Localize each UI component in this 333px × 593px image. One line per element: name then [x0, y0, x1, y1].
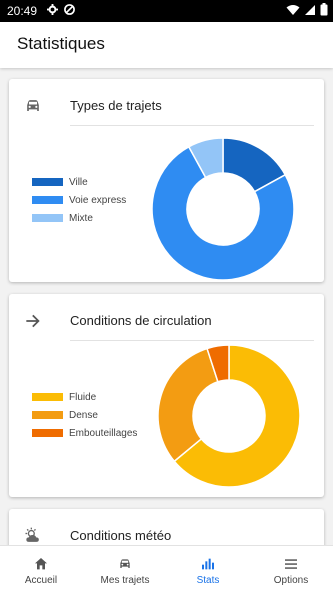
status-bar: 20:49: [0, 0, 333, 22]
traffic-conditions-card: Conditions de circulation Fluide Dense E…: [9, 294, 324, 497]
card-title: Conditions de circulation: [70, 313, 212, 328]
nav-item-my-trips[interactable]: Mes trajets: [90, 546, 160, 593]
signal-icon: [305, 4, 315, 15]
car-icon: [27, 100, 39, 111]
nav-item-stats[interactable]: Stats: [175, 546, 241, 593]
legend-item: Dense: [32, 406, 137, 424]
legend-label: Fluide: [69, 391, 97, 403]
nav-item-options[interactable]: Options: [258, 546, 324, 593]
battery-icon: [320, 3, 328, 16]
legend-swatch: [32, 411, 63, 419]
chart-legend: Ville Voie express Mixte: [32, 173, 126, 227]
nav-label: Mes trajets: [100, 575, 150, 586]
trip-types-donut-chart: [151, 137, 295, 281]
weather-conditions-card: Conditions météo: [9, 509, 324, 545]
stats-icon: [202, 558, 214, 570]
legend-item: Voie express: [32, 191, 126, 209]
card-divider: [70, 125, 314, 126]
arrow-right-icon: [26, 314, 40, 328]
legend-item: Ville: [32, 173, 126, 191]
legend-label: Embouteillages: [69, 427, 138, 439]
chart-legend: Fluide Dense Embouteillages: [32, 388, 137, 442]
car-icon: [120, 559, 130, 568]
trip-types-card: Types de trajets Ville Voie express Mixt…: [9, 79, 324, 282]
weather-icon: [25, 527, 39, 542]
menu-icon: [285, 559, 297, 569]
nav-label: Accueil: [24, 575, 58, 586]
legend-label: Voie express: [69, 194, 127, 206]
legend-swatch: [32, 196, 63, 204]
app-bar: Statistiques: [0, 22, 333, 68]
legend-item: Fluide: [32, 388, 137, 406]
traffic-conditions-donut-chart: [157, 344, 301, 488]
wifi-icon: [286, 4, 300, 15]
nav-label: Stats: [196, 575, 220, 586]
bottom-navigation: Accueil Mes trajets Stats Options: [0, 545, 333, 593]
donut-slice-dense: [157, 347, 219, 463]
legend-swatch: [32, 429, 63, 437]
status-time: 20:49: [7, 4, 38, 18]
legend-label: Dense: [69, 409, 98, 421]
legend-swatch: [32, 178, 63, 186]
legend-label: Ville: [69, 176, 88, 188]
nav-item-home[interactable]: Accueil: [8, 546, 74, 593]
legend-label: Mixte: [69, 212, 93, 224]
card-title: Conditions météo: [70, 528, 172, 543]
home-icon: [35, 558, 47, 570]
page-title: Statistiques: [17, 34, 105, 53]
card-divider: [70, 340, 314, 341]
do-not-disturb-icon: [64, 4, 75, 15]
legend-item: Mixte: [32, 209, 126, 227]
settings-icon: [47, 4, 58, 15]
stats-content[interactable]: Types de trajets Ville Voie express Mixt…: [0, 68, 333, 545]
nav-label: Options: [273, 575, 309, 586]
legend-swatch: [32, 393, 63, 401]
card-title: Types de trajets: [70, 98, 162, 113]
legend-item: Embouteillages: [32, 424, 137, 442]
legend-swatch: [32, 214, 63, 222]
